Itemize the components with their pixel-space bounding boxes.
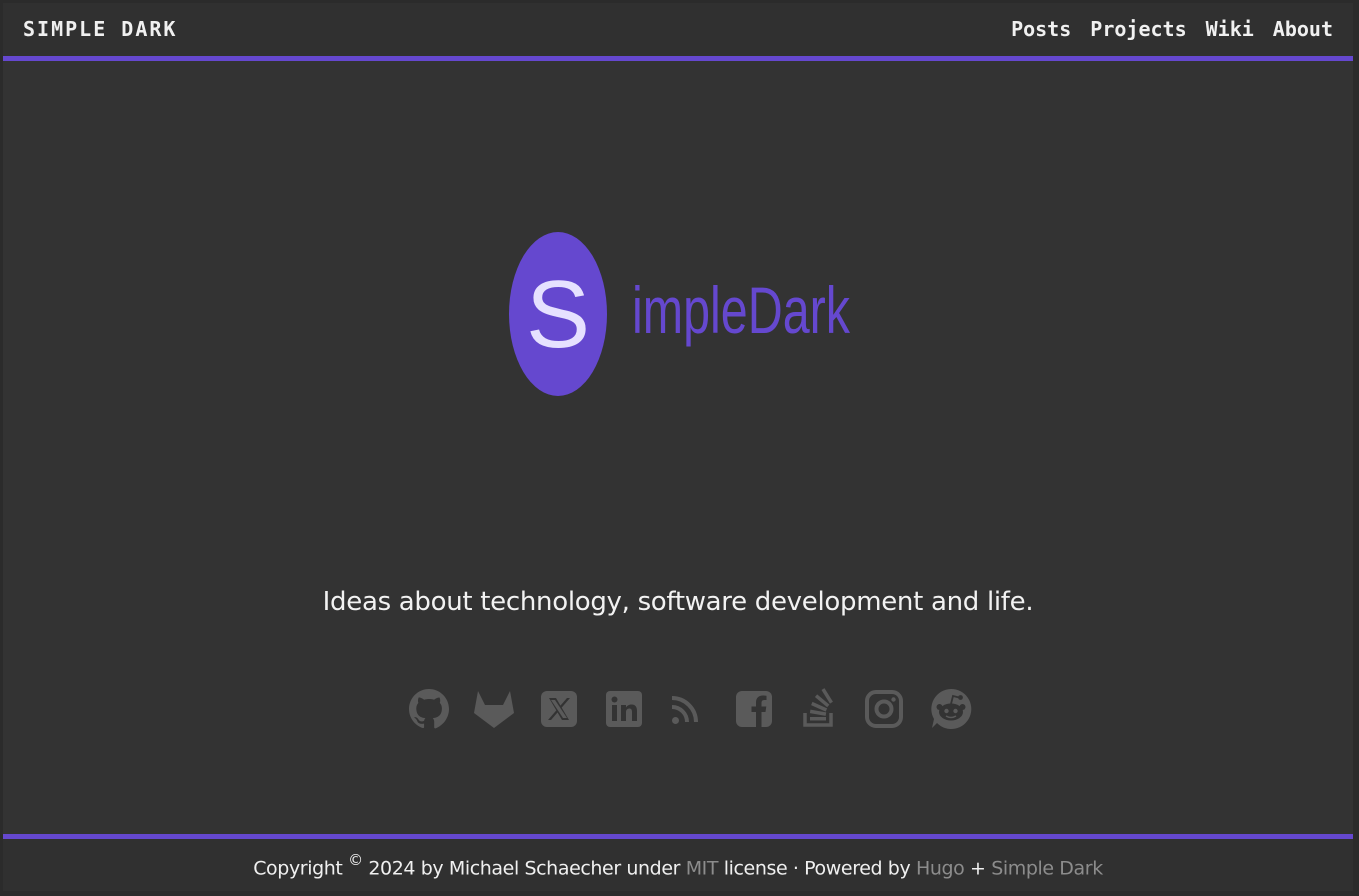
hugo-link[interactable]: Hugo: [916, 857, 965, 879]
social-links: [405, 687, 975, 731]
x-icon: [541, 691, 577, 727]
main-nav: Posts Projects Wiki About: [1011, 17, 1333, 41]
mit-license-link[interactable]: MIT: [686, 857, 719, 879]
header-accent-bar: [3, 56, 1353, 61]
nav-posts[interactable]: Posts: [1011, 17, 1071, 41]
stackoverflow-icon: [803, 688, 833, 727]
x-link[interactable]: [537, 687, 581, 731]
rss-icon: [671, 696, 698, 724]
plus-separator: +: [970, 857, 986, 880]
gitlab-icon: [474, 691, 514, 728]
facebook-icon: [736, 691, 772, 727]
top-navbar: SIMPLE DARK Posts Projects Wiki About: [3, 3, 1353, 56]
rss-link[interactable]: [667, 687, 711, 731]
nav-about[interactable]: About: [1273, 17, 1333, 41]
copyright-label: Copyright: [253, 857, 343, 880]
instagram-icon: [865, 690, 903, 728]
nav-wiki[interactable]: Wiki: [1206, 17, 1254, 41]
copyright-owner: 2024 by Michael Schaecher under: [368, 857, 681, 880]
logo-letter: S: [526, 261, 590, 368]
facebook-link[interactable]: [732, 687, 776, 731]
gitlab-link[interactable]: [472, 687, 516, 731]
github-link[interactable]: [407, 687, 451, 731]
logo-wordmark: impleDark: [632, 273, 851, 347]
linkedin-link[interactable]: [602, 687, 646, 731]
copyright-symbol: ©: [348, 851, 363, 869]
stackoverflow-link[interactable]: [797, 687, 841, 731]
nav-projects[interactable]: Projects: [1090, 17, 1186, 41]
linkedin-icon: [606, 691, 642, 727]
powered-by-text: license · Powered by: [723, 857, 911, 880]
reddit-link[interactable]: [929, 687, 973, 731]
footer-text: Copyright © 2024 by Michael Schaecher un…: [3, 851, 1353, 880]
reddit-icon: [931, 688, 972, 729]
site-tagline: Ideas about technology, software develop…: [322, 587, 1034, 617]
site-logo: S impleDark: [509, 232, 851, 396]
site-title-link[interactable]: SIMPLE DARK: [23, 17, 177, 41]
github-icon: [409, 689, 449, 729]
simple-dark-theme-link[interactable]: Simple Dark: [991, 857, 1103, 879]
footer: Copyright © 2024 by Michael Schaecher un…: [3, 839, 1353, 891]
page: SIMPLE DARK Posts Projects Wiki About S …: [3, 3, 1353, 891]
instagram-link[interactable]: [862, 687, 906, 731]
